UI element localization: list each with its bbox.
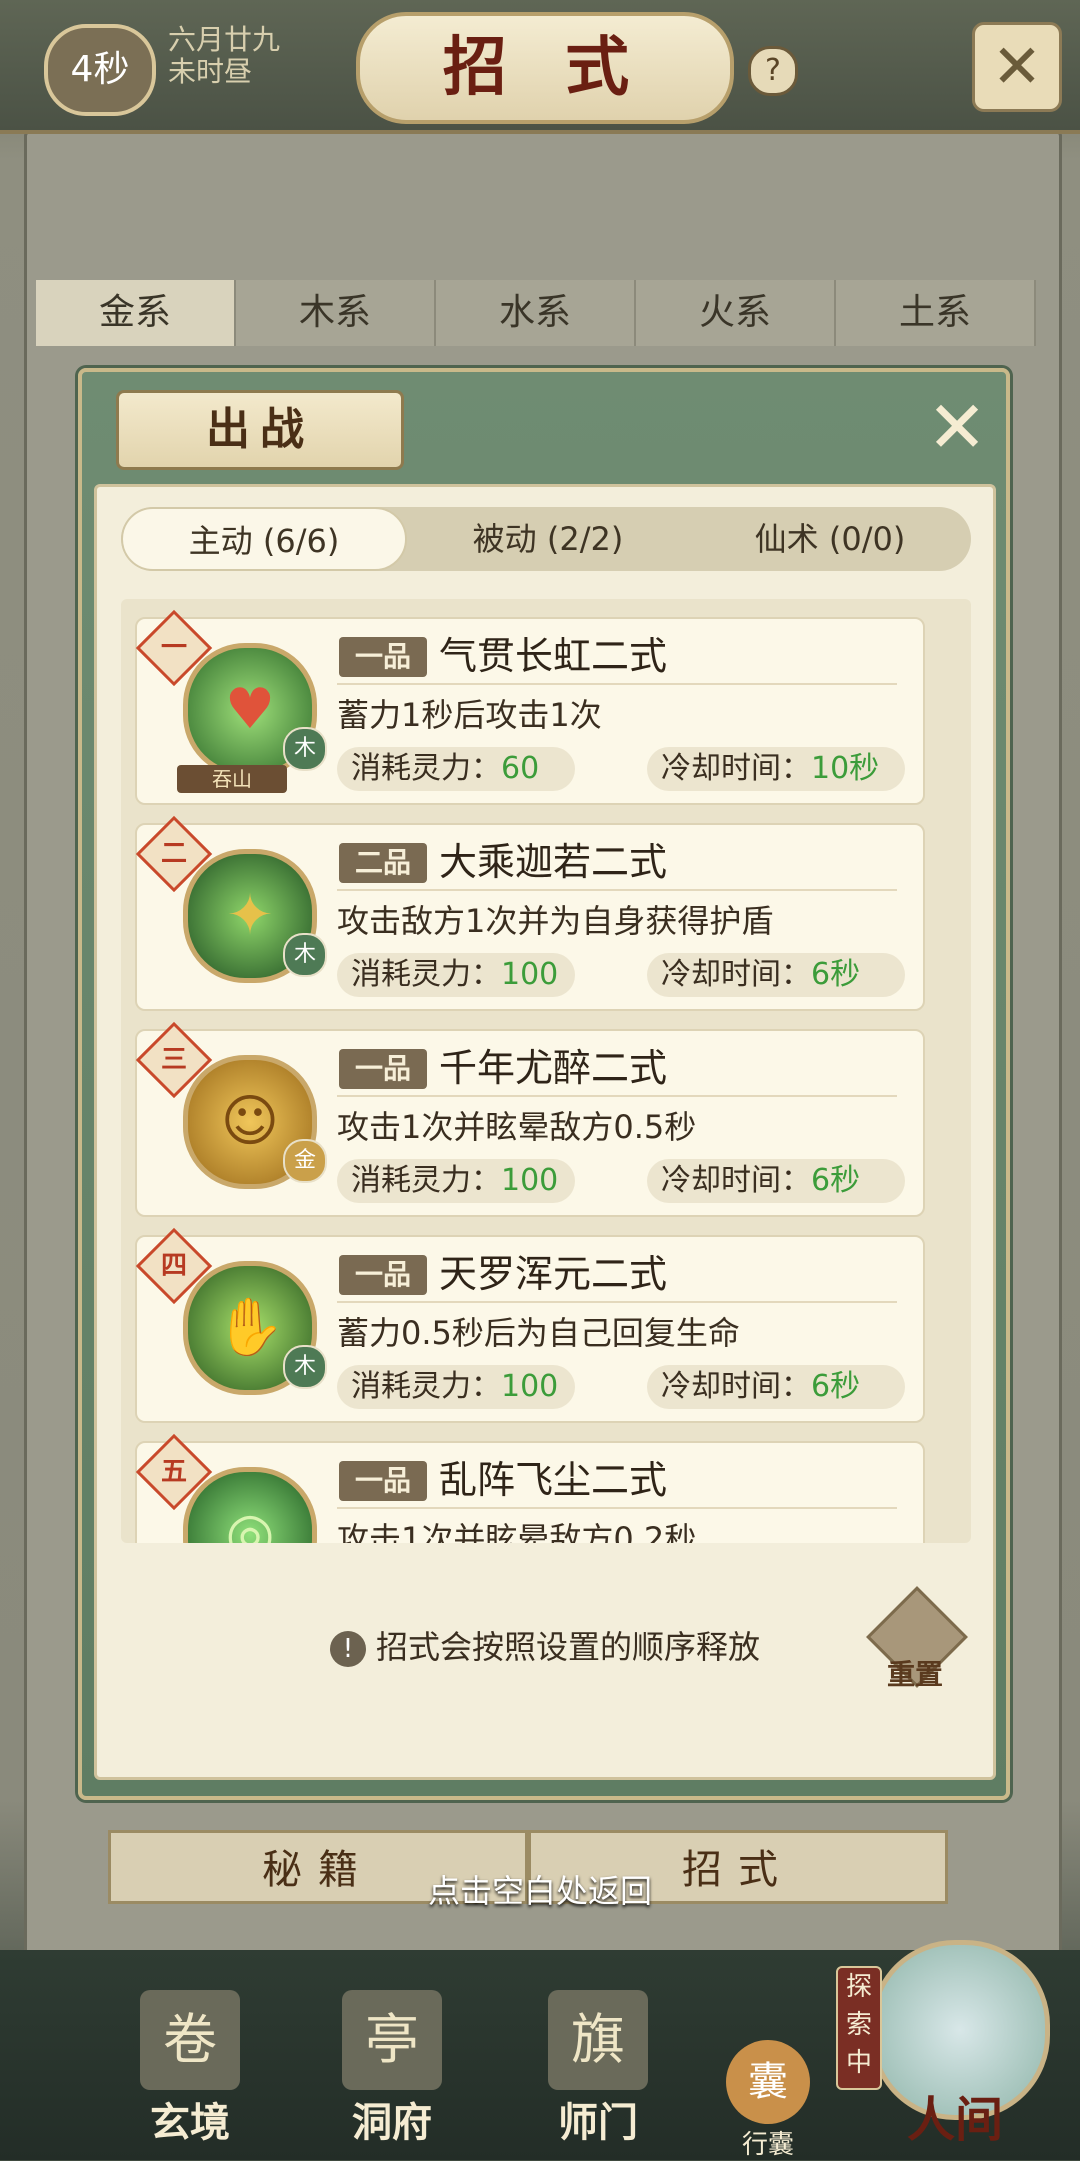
skill-description: 蓄力0.5秒后为自己回复生命 bbox=[337, 1314, 740, 1352]
grade-label: 一品 bbox=[339, 1049, 427, 1089]
page-title: 招 式 bbox=[356, 12, 734, 124]
close-icon[interactable]: ✕ bbox=[972, 22, 1062, 112]
order-hint: ! 招式会按照设置的顺序释放 bbox=[97, 1627, 993, 1667]
modal-panel: 主动 (6/6) 被动 (2/2) 仙术 (0/0) 一 ♥ 木 吞山 一品 气… bbox=[94, 484, 996, 1780]
pavilion-icon: 亭 bbox=[342, 1990, 442, 2090]
skill-name: 乱阵飞尘二式 bbox=[439, 1458, 668, 1502]
banner-icon: 旗 bbox=[548, 1990, 648, 2090]
skill-card[interactable]: 三 ☺ 金 一品 千年尤醉二式 攻击1次并眩晕敌方0.5秒 消耗灵力：100 冷… bbox=[135, 1021, 925, 1217]
modal-title: 出战 bbox=[116, 390, 404, 470]
skill-card[interactable]: 一 ♥ 木 吞山 一品 气贯长虹二式 蓄力1秒后攻击1次 消耗灵力：60 冷却时… bbox=[135, 609, 925, 805]
grade-label: 二品 bbox=[339, 843, 427, 883]
timer-badge: 4秒 bbox=[44, 24, 156, 116]
cost-stat: 消耗灵力：60 bbox=[337, 747, 575, 791]
date-text: 六月廿九 bbox=[168, 23, 281, 56]
cost-stat: 消耗灵力：100 bbox=[337, 1365, 575, 1409]
nav-label: 洞府 bbox=[352, 2099, 432, 2146]
skill-description: 蓄力1秒后攻击1次 bbox=[337, 696, 602, 734]
deploy-modal: 出战 ✕ 主动 (6/6) 被动 (2/2) 仙术 (0/0) 一 ♥ 木 吞山… bbox=[78, 368, 1010, 1800]
time-of-day-text: 未时昼 bbox=[168, 55, 253, 88]
skill-type-tabs: 主动 (6/6) 被动 (2/2) 仙术 (0/0) bbox=[121, 507, 971, 571]
divider bbox=[337, 1301, 897, 1303]
cooldown-stat: 冷却时间：10秒 bbox=[647, 747, 905, 791]
skill-description: 攻击1次并眩晕敌方0.5秒 bbox=[337, 1108, 697, 1146]
tab-water[interactable]: 水系 bbox=[436, 280, 636, 346]
tab-passive-skills[interactable]: 被动 (2/2) bbox=[407, 507, 689, 571]
cooldown-stat: 冷却时间：6秒 bbox=[647, 953, 905, 997]
skill-name: 天罗浑元二式 bbox=[439, 1252, 668, 1296]
skill-description: 攻击敌方1次并为自身获得护盾 bbox=[337, 902, 774, 940]
tab-immortal-arts[interactable]: 仙术 (0/0) bbox=[689, 507, 971, 571]
owner-tag: 吞山 bbox=[177, 765, 287, 793]
element-badge: 木 bbox=[283, 727, 327, 771]
scroll-icon: 卷 bbox=[140, 1990, 240, 2090]
tab-metal[interactable]: 金系 bbox=[36, 280, 236, 346]
skill-card[interactable]: 四 ✋ 木 一品 天罗浑元二式 蓄力0.5秒后为自己回复生命 消耗灵力：100 … bbox=[135, 1227, 925, 1423]
return-hint[interactable]: 点击空白处返回 bbox=[0, 1866, 1080, 1912]
cooldown-stat: 冷却时间：6秒 bbox=[647, 1159, 905, 1203]
tab-wood[interactable]: 木系 bbox=[236, 280, 436, 346]
close-icon[interactable]: ✕ bbox=[922, 391, 992, 463]
nav-dongfu[interactable]: 亭 洞府 bbox=[312, 1950, 472, 2160]
tab-fire[interactable]: 火系 bbox=[636, 280, 836, 346]
nav-label: 师门 bbox=[558, 2099, 638, 2146]
cost-stat: 消耗灵力：100 bbox=[337, 1159, 575, 1203]
element-tabs: 金系 木系 水系 火系 土系 bbox=[36, 280, 1036, 346]
skill-name: 气贯长虹二式 bbox=[439, 634, 668, 678]
bag-label: 行囊 bbox=[741, 2130, 794, 2160]
world-label: 人间 bbox=[906, 2092, 1003, 2148]
tab-earth[interactable]: 土系 bbox=[836, 280, 1036, 346]
element-badge: 金 bbox=[283, 1139, 327, 1183]
reset-button[interactable]: 重置 bbox=[866, 1586, 968, 1695]
date-display: 六月廿九 未时昼 bbox=[168, 24, 280, 88]
green-vortex-icon: ◎ bbox=[183, 1467, 317, 1543]
skill-card[interactable]: 二 ✦ 木 二品 大乘迦若二式 攻击敌方1次并为自身获得护盾 消耗灵力：100 … bbox=[135, 815, 925, 1011]
tab-active-skills[interactable]: 主动 (6/6) bbox=[121, 507, 407, 571]
element-badge: 木 bbox=[283, 1345, 327, 1389]
divider bbox=[337, 1507, 897, 1509]
top-header: 4秒 六月廿九 未时昼 招 式 ? ✕ bbox=[0, 0, 1080, 134]
skill-list[interactable]: 一 ♥ 木 吞山 一品 气贯长虹二式 蓄力1秒后攻击1次 消耗灵力：60 冷却时… bbox=[121, 599, 971, 1543]
divider bbox=[337, 1095, 897, 1097]
info-icon: ! bbox=[329, 1631, 366, 1667]
grade-label: 一品 bbox=[339, 637, 427, 677]
question-icon[interactable]: ? bbox=[748, 46, 798, 96]
skill-name: 千年尤醉二式 bbox=[439, 1046, 668, 1090]
divider bbox=[337, 889, 897, 891]
reset-label: 重置 bbox=[886, 1658, 943, 1691]
skill-description: 攻击1次并眩晕敌方0.2秒 bbox=[337, 1520, 697, 1543]
skill-card[interactable]: 五 ◎ 一品 乱阵飞尘二式 攻击1次并眩晕敌方0.2秒 bbox=[135, 1433, 925, 1543]
grade-label: 一品 bbox=[339, 1255, 427, 1295]
nav-xuanjing[interactable]: 卷 玄境 bbox=[110, 1950, 270, 2160]
hint-text: 招式会按照设置的顺序释放 bbox=[375, 1628, 760, 1666]
grade-label: 一品 bbox=[339, 1461, 427, 1501]
bag-icon: 囊 bbox=[726, 2040, 810, 2124]
divider bbox=[337, 683, 897, 685]
cost-stat: 消耗灵力：100 bbox=[337, 953, 575, 997]
nav-label: 玄境 bbox=[150, 2099, 230, 2146]
bag-button[interactable]: 囊 行囊 bbox=[718, 2040, 818, 2160]
nav-shimen[interactable]: 旗 师门 bbox=[518, 1950, 678, 2160]
element-badge: 木 bbox=[283, 933, 327, 977]
cooldown-stat: 冷却时间：6秒 bbox=[647, 1365, 905, 1409]
skill-name: 大乘迦若二式 bbox=[439, 840, 668, 884]
explore-status-badge: 探索中 bbox=[836, 1966, 882, 2090]
